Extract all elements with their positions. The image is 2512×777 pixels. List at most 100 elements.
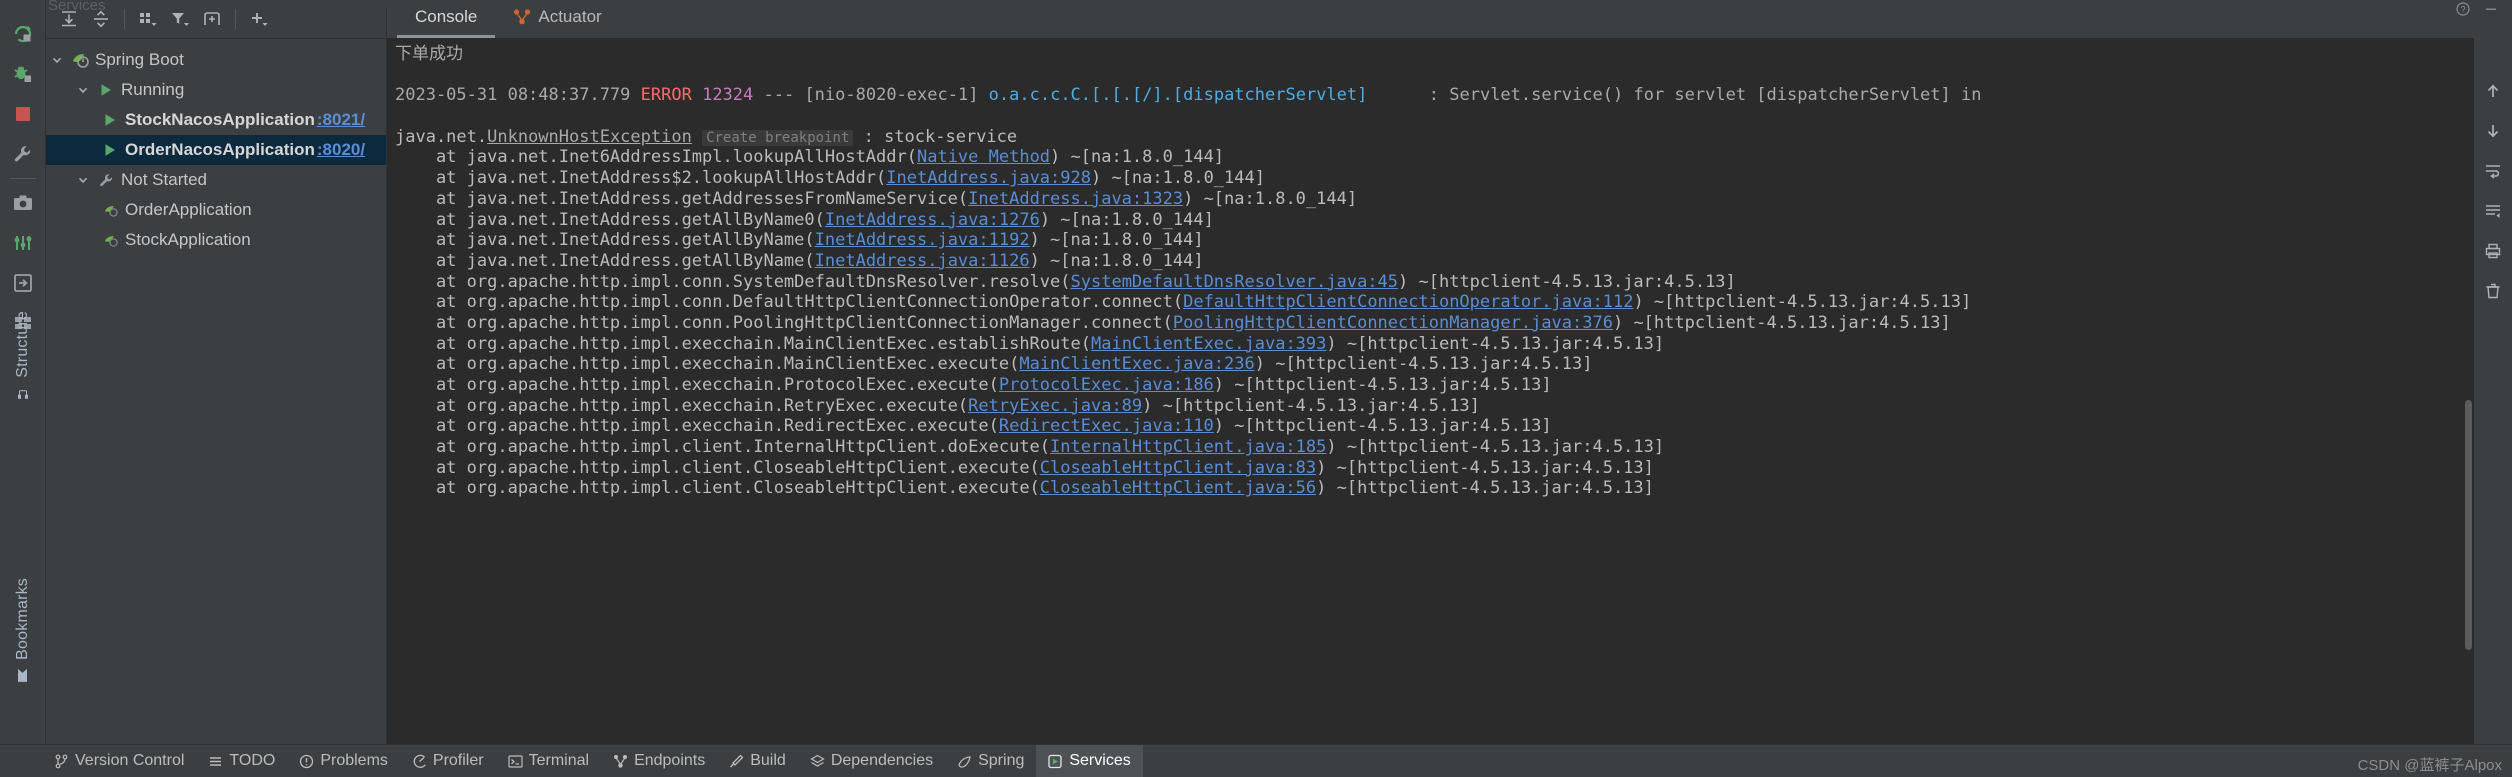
frame-prefix: at org.apache.http.impl.execchain.RetryE… bbox=[395, 395, 969, 416]
frame-source-link[interactable]: CloseableHttpClient.java:56 bbox=[1040, 478, 1316, 498]
status-item-services[interactable]: Services bbox=[1036, 745, 1143, 777]
services-tree-panel: Spring Boot Running StockNacosApplicatio… bbox=[46, 0, 387, 744]
structure-label-group: Structure bbox=[14, 311, 32, 400]
exception-message: : stock-service bbox=[853, 126, 1018, 147]
frame-suffix: ) ~[httpclient-4.5.13.jar:4.5.13] bbox=[1633, 292, 1972, 313]
console-exception-line: java.net.UnknownHostException Create bre… bbox=[395, 127, 2474, 148]
exception-class[interactable]: UnknownHostException bbox=[487, 127, 692, 147]
print-icon[interactable] bbox=[2478, 238, 2508, 264]
frame-prefix: at org.apache.http.impl.client.InternalH… bbox=[395, 437, 1051, 458]
chevron-down-icon[interactable] bbox=[72, 174, 94, 186]
console-stack-frame: at java.net.InetAddress.getAllByName(Ine… bbox=[395, 230, 2474, 251]
scroll-down-icon[interactable] bbox=[2478, 118, 2508, 144]
wrench-icon bbox=[94, 172, 118, 189]
dependencies-icon bbox=[810, 754, 825, 769]
frame-source-link[interactable]: RedirectExec.java:110 bbox=[999, 416, 1214, 436]
frame-source-link[interactable]: InetAddress.java:928 bbox=[886, 168, 1091, 188]
frame-source-link[interactable]: CloseableHttpClient.java:83 bbox=[1040, 458, 1316, 478]
clear-all-icon[interactable] bbox=[2478, 278, 2508, 304]
console-scrollbar-thumb[interactable] bbox=[2465, 400, 2472, 650]
filter-button[interactable] bbox=[165, 5, 195, 33]
status-item-build[interactable]: Build bbox=[717, 745, 798, 777]
status-item-problems[interactable]: Problems bbox=[287, 745, 400, 777]
tree-node-orderapplication[interactable]: OrderApplication bbox=[46, 195, 386, 225]
status-item-dependencies[interactable]: Dependencies bbox=[798, 745, 945, 777]
frame-suffix: ) ~[httpclient-4.5.13.jar:4.5.13] bbox=[1142, 395, 1480, 416]
status-item-todo[interactable]: TODO bbox=[196, 745, 287, 777]
frame-suffix: ) ~[httpclient-4.5.13.jar:4.5.13] bbox=[1213, 416, 1552, 437]
tree-node-ordernacosapplication[interactable]: OrderNacosApplication :8020/ bbox=[46, 135, 386, 165]
help-icon[interactable]: ? bbox=[2456, 2, 2470, 16]
tree-node-stocknacosapplication[interactable]: StockNacosApplication :8021/ bbox=[46, 105, 386, 135]
tool-window-title: Services bbox=[48, 0, 106, 14]
console-stack-frame: at java.net.InetAddress.getAddressesFrom… bbox=[395, 189, 2474, 210]
settings-wrench-icon[interactable] bbox=[0, 134, 45, 174]
tree-node-label: StockNacosApplication bbox=[125, 110, 315, 129]
frame-source-link[interactable]: SystemDefaultDnsResolver.java:45 bbox=[1071, 272, 1399, 292]
rerun-icon[interactable] bbox=[0, 14, 45, 54]
frame-suffix: ) ~[httpclient-4.5.13.jar:4.5.13] bbox=[1398, 271, 1736, 292]
structure-tool-button[interactable]: Structure bbox=[0, 290, 45, 420]
add-service-button[interactable] bbox=[244, 5, 274, 33]
service-port-link[interactable]: :8020/ bbox=[317, 140, 365, 160]
console-area: Console Actuator 下单成功 2023-05-31 08:48:3… bbox=[387, 0, 2512, 744]
status-item-terminal[interactable]: Terminal bbox=[496, 745, 601, 777]
frame-source-link[interactable]: InetAddress.java:1126 bbox=[815, 251, 1030, 271]
log-timestamp: 2023-05-31 08:48:37.779 bbox=[395, 85, 641, 106]
frame-source-link[interactable]: InetAddress.java:1276 bbox=[825, 210, 1040, 230]
chevron-down-icon[interactable] bbox=[72, 84, 94, 96]
tree-node-not-started[interactable]: Not Started bbox=[46, 165, 386, 195]
structure-icon bbox=[16, 385, 30, 399]
status-item-endpoints[interactable]: Endpoints bbox=[601, 745, 717, 777]
frame-source-link[interactable]: InternalHttpClient.java:185 bbox=[1050, 437, 1326, 457]
log-logger: o.a.c.c.C.[.[.[/].[dispatcherServlet] bbox=[988, 85, 1368, 106]
stop-icon[interactable] bbox=[0, 94, 45, 134]
rail-divider bbox=[9, 178, 36, 179]
debug-icon[interactable] bbox=[0, 54, 45, 94]
tree-node-running[interactable]: Running bbox=[46, 75, 386, 105]
console-scrollbar[interactable] bbox=[2465, 100, 2472, 660]
add-tab-button[interactable] bbox=[197, 5, 227, 33]
status-item-label: Build bbox=[750, 752, 786, 769]
service-port-link[interactable]: :8021/ bbox=[317, 110, 365, 130]
create-breakpoint-link[interactable]: Create breakpoint bbox=[702, 129, 854, 146]
status-item-label: Spring bbox=[978, 752, 1025, 769]
tree-node-label: StockApplication bbox=[125, 230, 251, 249]
idea-services-window: Services ? Structure Bookmarks Spring Bo… bbox=[0, 0, 2512, 777]
frame-suffix: ) ~[httpclient-4.5.13.jar:4.5.13] bbox=[1316, 478, 1654, 499]
services-tree[interactable]: Spring Boot Running StockNacosApplicatio… bbox=[46, 39, 386, 255]
scroll-up-icon[interactable] bbox=[2478, 78, 2508, 104]
bookmarks-tool-button[interactable]: Bookmarks bbox=[0, 555, 45, 705]
frame-source-link[interactable]: MainClientExec.java:236 bbox=[1019, 354, 1254, 374]
console-output[interactable]: 下单成功 2023-05-31 08:48:37.779 ERROR 12324… bbox=[387, 38, 2474, 744]
status-item-profiler[interactable]: Profiler bbox=[400, 745, 496, 777]
chevron-down-icon[interactable] bbox=[46, 54, 68, 66]
soft-wrap-icon[interactable] bbox=[2478, 158, 2508, 184]
main-body: Structure Bookmarks Spring Boot Running … bbox=[0, 0, 2512, 744]
frame-source-link[interactable]: InetAddress.java:1192 bbox=[815, 230, 1030, 250]
status-item-version-control[interactable]: Version Control bbox=[42, 745, 196, 777]
tree-node-spring-boot[interactable]: Spring Boot bbox=[46, 45, 386, 75]
frame-prefix: at org.apache.http.impl.client.Closeable… bbox=[395, 478, 1040, 499]
console-stack-frame: at org.apache.http.impl.conn.PoolingHttp… bbox=[395, 313, 2474, 334]
camera-screenshot-icon[interactable] bbox=[0, 183, 45, 223]
minimize-icon[interactable] bbox=[2484, 2, 2498, 16]
status-item-spring[interactable]: Spring bbox=[945, 745, 1036, 777]
frame-source-link[interactable]: InetAddress.java:1323 bbox=[968, 189, 1183, 209]
frame-source-link[interactable]: Native Method bbox=[917, 147, 1050, 167]
group-by-button[interactable] bbox=[133, 5, 163, 33]
scroll-to-end-icon[interactable] bbox=[2478, 198, 2508, 224]
tree-node-stockapplication[interactable]: StockApplication bbox=[46, 225, 386, 255]
svg-text:?: ? bbox=[2460, 5, 2465, 15]
console-stack-frame: at org.apache.http.impl.execchain.RetryE… bbox=[395, 396, 2474, 417]
frame-source-link[interactable]: ProtocolExec.java:186 bbox=[999, 375, 1214, 395]
console-stack-frame: at org.apache.http.impl.execchain.Protoc… bbox=[395, 375, 2474, 396]
log-level: ERROR bbox=[640, 85, 692, 106]
frame-source-link[interactable]: DefaultHttpClientConnectionOperator.java… bbox=[1183, 292, 1633, 312]
frame-source-link[interactable]: MainClientExec.java:393 bbox=[1091, 334, 1326, 354]
frame-source-link[interactable]: PoolingHttpClientConnectionManager.java:… bbox=[1173, 313, 1613, 333]
status-item-label: Endpoints bbox=[634, 752, 706, 769]
frame-source-link[interactable]: RetryExec.java:89 bbox=[968, 396, 1142, 416]
thread-dump-icon[interactable] bbox=[0, 223, 45, 263]
